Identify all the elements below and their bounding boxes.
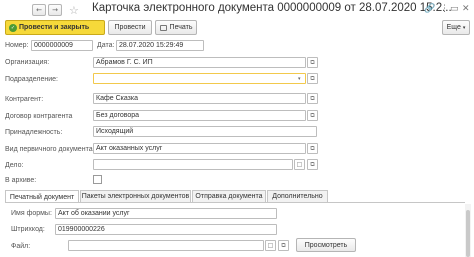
link-icon[interactable]: 🔗 xyxy=(424,4,435,14)
print-label: Печать xyxy=(169,24,193,31)
affiliation-field[interactable]: Исходящий xyxy=(93,126,317,137)
open-icon: ⧉ xyxy=(310,111,315,119)
check-icon: ✓ xyxy=(9,23,17,32)
open-icon: ⧉ xyxy=(310,160,315,168)
tab-label: Пакеты электронных документов xyxy=(81,193,190,200)
counterparty-field[interactable]: Кафе Сказка xyxy=(93,93,306,104)
division-open-button[interactable]: ⧉ xyxy=(307,73,318,84)
file-open-button[interactable]: ⧉ xyxy=(278,240,289,251)
primary-doc-type-label: Вид первичного документа: xyxy=(5,146,95,153)
tab-document-sending[interactable]: Отправка документа xyxy=(192,190,266,202)
organization-field[interactable]: Абрамов Г. С. ИП xyxy=(93,57,306,68)
post-and-close-label: Провести и закрыть xyxy=(19,24,90,31)
post-button[interactable]: Провести xyxy=(108,20,152,35)
chevron-down-icon: ▾ xyxy=(462,24,466,31)
view-label: Просмотреть xyxy=(304,241,348,249)
scrollbar-thumb[interactable] xyxy=(466,210,470,257)
form-name-label: Имя формы: xyxy=(11,210,52,217)
contract-label: Договор контрагента xyxy=(5,113,73,120)
tab-additional[interactable]: Дополнительно xyxy=(267,190,328,202)
organization-open-button[interactable]: ⧉ xyxy=(307,57,318,68)
select-icon: □ xyxy=(267,242,274,249)
barcode-field[interactable]: 019900000226 xyxy=(55,224,277,235)
arrow-right-icon: → xyxy=(52,6,58,14)
date-field[interactable]: 28.07.2020 15:29:49 xyxy=(116,40,204,51)
file-field[interactable] xyxy=(68,240,264,251)
division-field[interactable]: ▾ xyxy=(93,73,306,84)
more-label: Еще xyxy=(446,24,461,31)
contract-field[interactable]: Без договора xyxy=(93,110,306,121)
select-icon: □ xyxy=(296,161,303,168)
file-label: Файл: xyxy=(11,243,31,250)
tab-edocument-packages[interactable]: Пакеты электронных документов xyxy=(80,190,191,202)
open-icon: ⧉ xyxy=(310,144,315,152)
primary-doc-type-open-button[interactable]: ⧉ xyxy=(307,143,318,154)
open-icon: ⧉ xyxy=(281,241,286,249)
forward-button[interactable]: → xyxy=(48,4,62,16)
maximize-icon[interactable]: ▭ xyxy=(450,4,459,14)
affiliation-label: Принадлежность: xyxy=(5,129,63,136)
tab-label: Печатный документ xyxy=(9,193,75,201)
more-button[interactable]: Еще ▾ xyxy=(442,20,470,35)
window-title: Карточка электронного документа 00000000… xyxy=(92,2,452,14)
contract-open-button[interactable]: ⧉ xyxy=(307,110,318,121)
post-label: Провести xyxy=(114,24,146,31)
view-button[interactable]: Просмотреть xyxy=(296,238,356,252)
favorite-star-icon[interactable]: ☆ xyxy=(69,4,79,17)
close-icon[interactable]: ✕ xyxy=(462,4,470,14)
chevron-down-icon[interactable]: ▾ xyxy=(298,75,301,83)
tab-label: Дополнительно xyxy=(272,193,323,200)
number-label: Номер: xyxy=(5,42,29,49)
barcode-label: Штрихкод: xyxy=(11,226,45,233)
tab-label: Отправка документа xyxy=(195,193,263,200)
file-select-button[interactable]: □ xyxy=(265,240,276,251)
number-field[interactable]: 0000000009 xyxy=(31,40,93,51)
back-button[interactable]: ← xyxy=(32,4,46,16)
print-button[interactable]: Печать xyxy=(155,20,197,35)
tab-divider xyxy=(5,202,465,203)
counterparty-open-button[interactable]: ⧉ xyxy=(307,93,318,104)
printer-icon xyxy=(159,24,167,31)
date-label: Дата: xyxy=(97,42,115,49)
open-icon: ⧉ xyxy=(310,94,315,102)
open-icon: ⧉ xyxy=(310,74,315,82)
arrow-left-icon: ← xyxy=(36,6,42,14)
division-label: Подразделение: xyxy=(5,76,58,83)
case-open-button[interactable]: ⧉ xyxy=(307,159,318,170)
primary-doc-type-field[interactable]: Акт оказанных услуг xyxy=(93,143,306,154)
counterparty-label: Контрагент: xyxy=(5,96,44,103)
open-icon: ⧉ xyxy=(310,58,315,66)
case-field[interactable] xyxy=(93,159,293,170)
form-name-field[interactable]: Акт об оказании услуг xyxy=(55,208,277,219)
organization-label: Организация: xyxy=(5,59,50,66)
archive-checkbox[interactable] xyxy=(93,175,102,184)
archive-label: В архиве: xyxy=(5,177,37,184)
case-select-button[interactable]: □ xyxy=(294,159,305,170)
case-label: Дело: xyxy=(5,162,24,169)
post-and-close-button[interactable]: ✓ Провести и закрыть xyxy=(5,20,105,35)
more-vertical-icon[interactable]: ⋮ xyxy=(440,4,449,14)
